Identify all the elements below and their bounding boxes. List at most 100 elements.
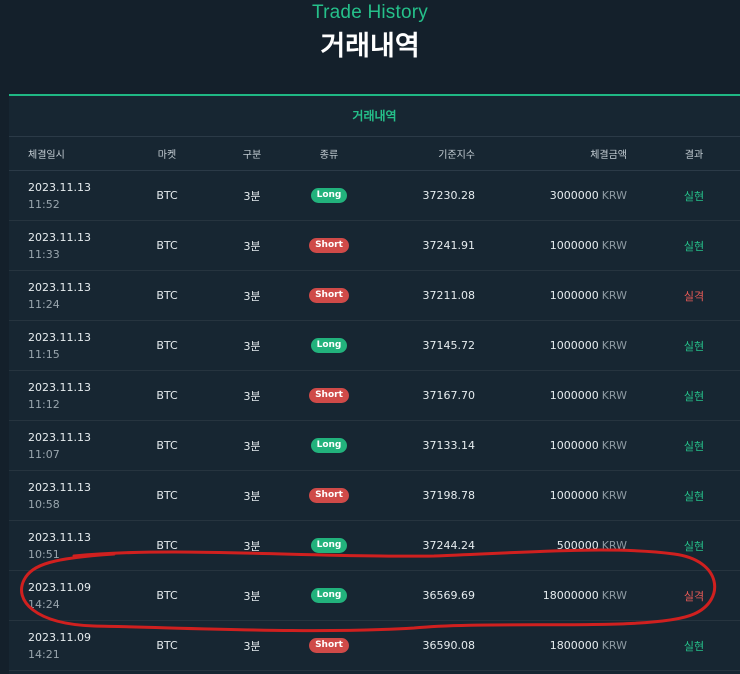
cell-division: 3분 [243,389,261,403]
amount-value: 1000000 [549,239,599,252]
table-row: 2023.11.13 10:51 BTC 3분 Long 37244.24 500000 KR… [9,521,740,571]
kind-badge: Short [309,488,349,503]
cell-datetime: 2023.11.13 11:12 [28,371,138,420]
col-datetime: 체결일시 [28,137,138,170]
cell-amount: 500000 KRW [499,521,627,570]
page-subtitle: Trade History [312,2,428,23]
cell-index: 37241.91 [422,239,476,252]
amount-unit: KRW [601,289,627,302]
panel-title: 거래내역 [9,96,740,137]
amount-value: 500000 [556,539,599,552]
cell-time: 10:51 [28,547,60,561]
col-datetime-label: 체결일시 [28,150,65,161]
table-row: 2023.11.09 14:24 BTC 3분 Long 36569.69 18000000… [9,571,740,621]
cell-index: 37145.72 [422,339,476,352]
table-row: 2023.11.13 11:07 BTC 3분 Long 37133.14 1000000 K… [9,421,740,471]
cell-result: 실격 [664,271,724,320]
cell-datetime: 2023.11.13 11:07 [28,421,138,470]
trade-history-panel: 거래내역 체결일시 마켓 구분 종류 기준지수 체결금액 결과 2023.11.… [9,94,740,674]
cell-time: 14:21 [28,647,60,661]
cell-result: 실현 [664,371,724,420]
amount-value: 1800000 [549,639,599,652]
amount-value: 1000000 [549,489,599,502]
amount-unit: KRW [601,489,627,502]
cell-amount: 1000000 KRW [499,371,627,420]
cell-time: 11:24 [28,297,60,311]
amount-value: 1000000 [549,439,599,452]
cell-kind: Long [297,171,361,220]
cell-index: 37198.78 [422,489,476,502]
cell-kind: Short [297,471,361,520]
cell-datetime: 2023.11.13 11:33 [28,221,138,270]
cell-amount: 1000000 KRW [499,221,627,270]
kind-badge: Long [310,188,348,203]
cell-kind: Long [297,421,361,470]
kind-badge: Long [310,588,348,603]
cell-market: BTC [156,289,178,302]
kind-badge: Short [309,288,349,303]
cell-date: 2023.11.13 [28,230,91,244]
table-row: 2023.11.13 11:24 BTC 3분 Short 37211.08 1000000… [9,271,740,321]
cell-datetime: 2023.11.13 11:15 [28,321,138,370]
cell-date: 2023.11.13 [28,430,91,444]
kind-badge: Long [310,438,348,453]
cell-index: 37244.24 [422,539,476,552]
cell-result: 실현 [664,621,724,670]
cell-division: 3분 [243,489,261,503]
cell-date: 2023.11.13 [28,330,91,344]
result-label: 실현 [683,639,705,653]
cell-result: 실현 [664,421,724,470]
cell-result: 실격 [664,571,724,620]
table-row: 2023.11.13 11:33 BTC 3분 Short 37241.91 1000000… [9,221,740,271]
result-label: 실현 [683,189,705,203]
cell-date: 2023.11.13 [28,530,91,544]
cell-market: BTC [156,239,178,252]
cell-amount: 3000000 KRW [499,171,627,220]
cell-time: 14:24 [28,597,60,611]
cell-kind: Long [297,521,361,570]
amount-value: 18000000 [542,589,599,602]
cell-datetime: 2023.11.13 11:24 [28,271,138,320]
table-row: 2023.11.09 14:21 BTC 3분 Short 36590.08 1800000… [9,621,740,671]
page-title: 거래내역 [320,31,420,62]
table-row: 2023.11.13 11:12 BTC 3분 Short 37167.70 1000000… [9,371,740,421]
col-result: 결과 [684,150,704,161]
col-kind: 종류 [319,150,339,161]
page-header: Trade History 거래내역 [0,0,740,94]
cell-kind: Short [297,621,361,670]
cell-amount: 1000000 KRW [499,321,627,370]
amount-unit: KRW [601,439,627,452]
cell-division: 3분 [243,439,261,453]
cell-division: 3분 [243,289,261,303]
cell-time: 11:33 [28,247,60,261]
amount-unit: KRW [601,239,627,252]
cell-division: 3분 [243,339,261,353]
amount-value: 3000000 [549,189,599,202]
cell-datetime: 2023.11.13 10:58 [28,471,138,520]
result-label: 실현 [683,389,705,403]
kind-badge: Short [309,638,349,653]
col-amount: 체결금액 [590,150,627,161]
col-market: 마켓 [157,150,177,161]
table-row: 2023.11.13 10:58 BTC 3분 Short 37198.78 1000000… [9,471,740,521]
result-label: 실현 [683,239,705,253]
cell-market: BTC [156,489,178,502]
col-division: 구분 [242,150,262,161]
cell-datetime: 2023.11.13 11:52 [28,171,138,220]
cell-date: 2023.11.13 [28,180,91,194]
kind-badge: Short [309,238,349,253]
result-label: 실격 [683,289,705,303]
amount-unit: KRW [601,389,627,402]
result-label: 실현 [683,489,705,503]
table-body: 2023.11.13 11:52 BTC 3분 Long 37230.28 3000000 K… [9,171,740,671]
cell-index: 37133.14 [422,439,476,452]
cell-division: 3분 [243,639,261,653]
cell-date: 2023.11.13 [28,380,91,394]
cell-date: 2023.11.09 [28,630,91,644]
cell-amount: 1000000 KRW [499,421,627,470]
amount-unit: KRW [601,639,627,652]
cell-datetime: 2023.11.13 10:51 [28,521,138,570]
cell-datetime: 2023.11.09 14:21 [28,621,138,670]
cell-market: BTC [156,389,178,402]
cell-amount: 1800000 KRW [499,621,627,670]
